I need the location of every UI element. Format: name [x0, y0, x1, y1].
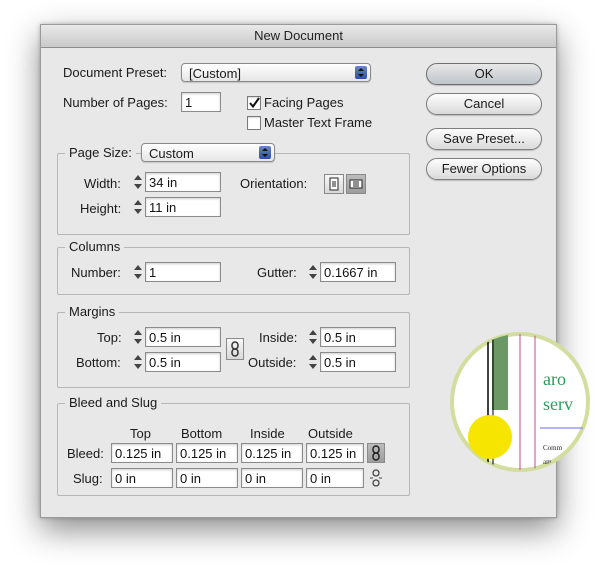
magnifier-text-1: aro	[543, 369, 566, 389]
magnifier-lens: aro serv Comm am	[450, 332, 590, 472]
green-bar	[492, 334, 508, 410]
magnifier-text-2: serv	[543, 394, 573, 414]
magnifier-small-1: Comm	[543, 444, 563, 452]
yellow-circle	[468, 415, 512, 459]
